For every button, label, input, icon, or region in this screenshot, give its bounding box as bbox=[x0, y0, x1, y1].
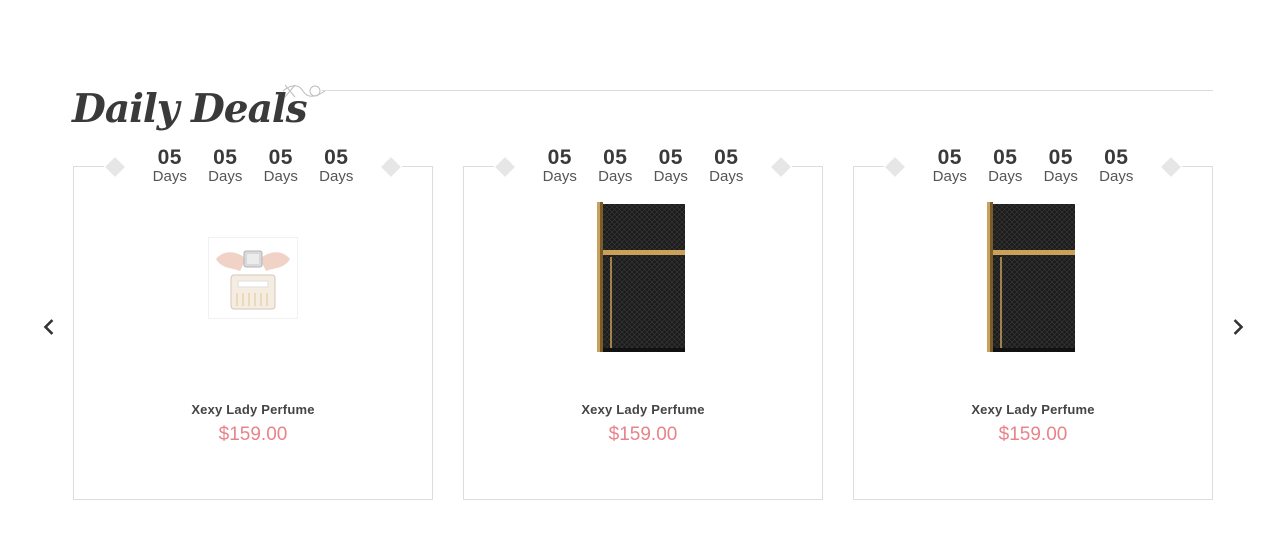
countdown-value: 05 bbox=[213, 146, 238, 169]
countdown-value: 05 bbox=[993, 146, 1018, 169]
countdown-unit: 05 Days bbox=[1089, 147, 1145, 186]
countdown-unit: 05 Days bbox=[532, 147, 588, 186]
diamond-ornament-icon bbox=[105, 157, 125, 177]
countdown-label: Days bbox=[598, 168, 633, 185]
product-card[interactable]: 05 Days 05 Days 05 Days 05 Days Xexy Lad… bbox=[853, 147, 1213, 500]
countdown-unit: 05 Days bbox=[309, 147, 365, 186]
section-title: Daily Deals bbox=[72, 86, 308, 133]
flourish-icon bbox=[282, 84, 326, 98]
product-name[interactable]: Xexy Lady Perfume bbox=[464, 402, 822, 417]
countdown-value: 05 bbox=[547, 146, 572, 169]
carousel-next-button[interactable] bbox=[1229, 318, 1247, 336]
product-image[interactable] bbox=[597, 202, 689, 352]
countdown-label: Days bbox=[988, 168, 1023, 185]
countdown-timer: 05 Days 05 Days 05 Days 05 Days bbox=[884, 147, 1182, 186]
product-price: $159.00 bbox=[998, 424, 1068, 445]
product-price: $159.00 bbox=[608, 424, 678, 445]
countdown-label: Days bbox=[319, 168, 354, 185]
product-price: $159.00 bbox=[218, 424, 288, 445]
countdown-unit: 05 Days bbox=[699, 147, 755, 186]
countdown-label: Days bbox=[542, 168, 577, 185]
countdown-value: 05 bbox=[714, 146, 739, 169]
product-card[interactable]: 05 Days 05 Days 05 Days 05 Days Xexy Lad bbox=[73, 147, 433, 500]
countdown-label: Days bbox=[932, 168, 967, 185]
countdown-value: 05 bbox=[157, 146, 182, 169]
countdown-unit: 05 Days bbox=[978, 147, 1034, 186]
product-name[interactable]: Xexy Lady Perfume bbox=[74, 402, 432, 417]
title-divider bbox=[322, 90, 1213, 91]
diamond-ornament-icon bbox=[1161, 157, 1181, 177]
countdown-unit: 05 Days bbox=[1033, 147, 1089, 186]
countdown-value: 05 bbox=[1048, 146, 1073, 169]
countdown-timer: 05 Days 05 Days 05 Days 05 Days bbox=[494, 147, 792, 186]
product-name[interactable]: Xexy Lady Perfume bbox=[854, 402, 1212, 417]
carousel-prev-button[interactable] bbox=[40, 318, 58, 336]
product-image[interactable] bbox=[987, 202, 1079, 352]
chevron-left-icon bbox=[43, 319, 54, 335]
product-card[interactable]: 05 Days 05 Days 05 Days 05 Days Xexy Lad… bbox=[463, 147, 823, 500]
chevron-right-icon bbox=[1233, 319, 1244, 335]
countdown-label: Days bbox=[1099, 168, 1134, 185]
diamond-ornament-icon bbox=[381, 157, 401, 177]
countdown-value: 05 bbox=[1104, 146, 1129, 169]
countdown-timer: 05 Days 05 Days 05 Days 05 Days bbox=[104, 147, 402, 186]
countdown-label: Days bbox=[152, 168, 187, 185]
product-image[interactable] bbox=[208, 237, 298, 319]
countdown-label: Days bbox=[653, 168, 688, 185]
countdown-label: Days bbox=[263, 168, 298, 185]
countdown-unit: 05 Days bbox=[198, 147, 254, 186]
countdown-value: 05 bbox=[324, 146, 349, 169]
countdown-unit: 05 Days bbox=[253, 147, 309, 186]
countdown-unit: 05 Days bbox=[142, 147, 198, 186]
countdown-value: 05 bbox=[937, 146, 962, 169]
diamond-ornament-icon bbox=[771, 157, 791, 177]
countdown-value: 05 bbox=[603, 146, 628, 169]
diamond-ornament-icon bbox=[885, 157, 905, 177]
countdown-value: 05 bbox=[268, 146, 293, 169]
countdown-label: Days bbox=[709, 168, 744, 185]
countdown-label: Days bbox=[1043, 168, 1078, 185]
countdown-value: 05 bbox=[658, 146, 683, 169]
countdown-label: Days bbox=[208, 168, 243, 185]
countdown-unit: 05 Days bbox=[643, 147, 699, 186]
countdown-unit: 05 Days bbox=[588, 147, 644, 186]
diamond-ornament-icon bbox=[495, 157, 515, 177]
countdown-unit: 05 Days bbox=[922, 147, 978, 186]
